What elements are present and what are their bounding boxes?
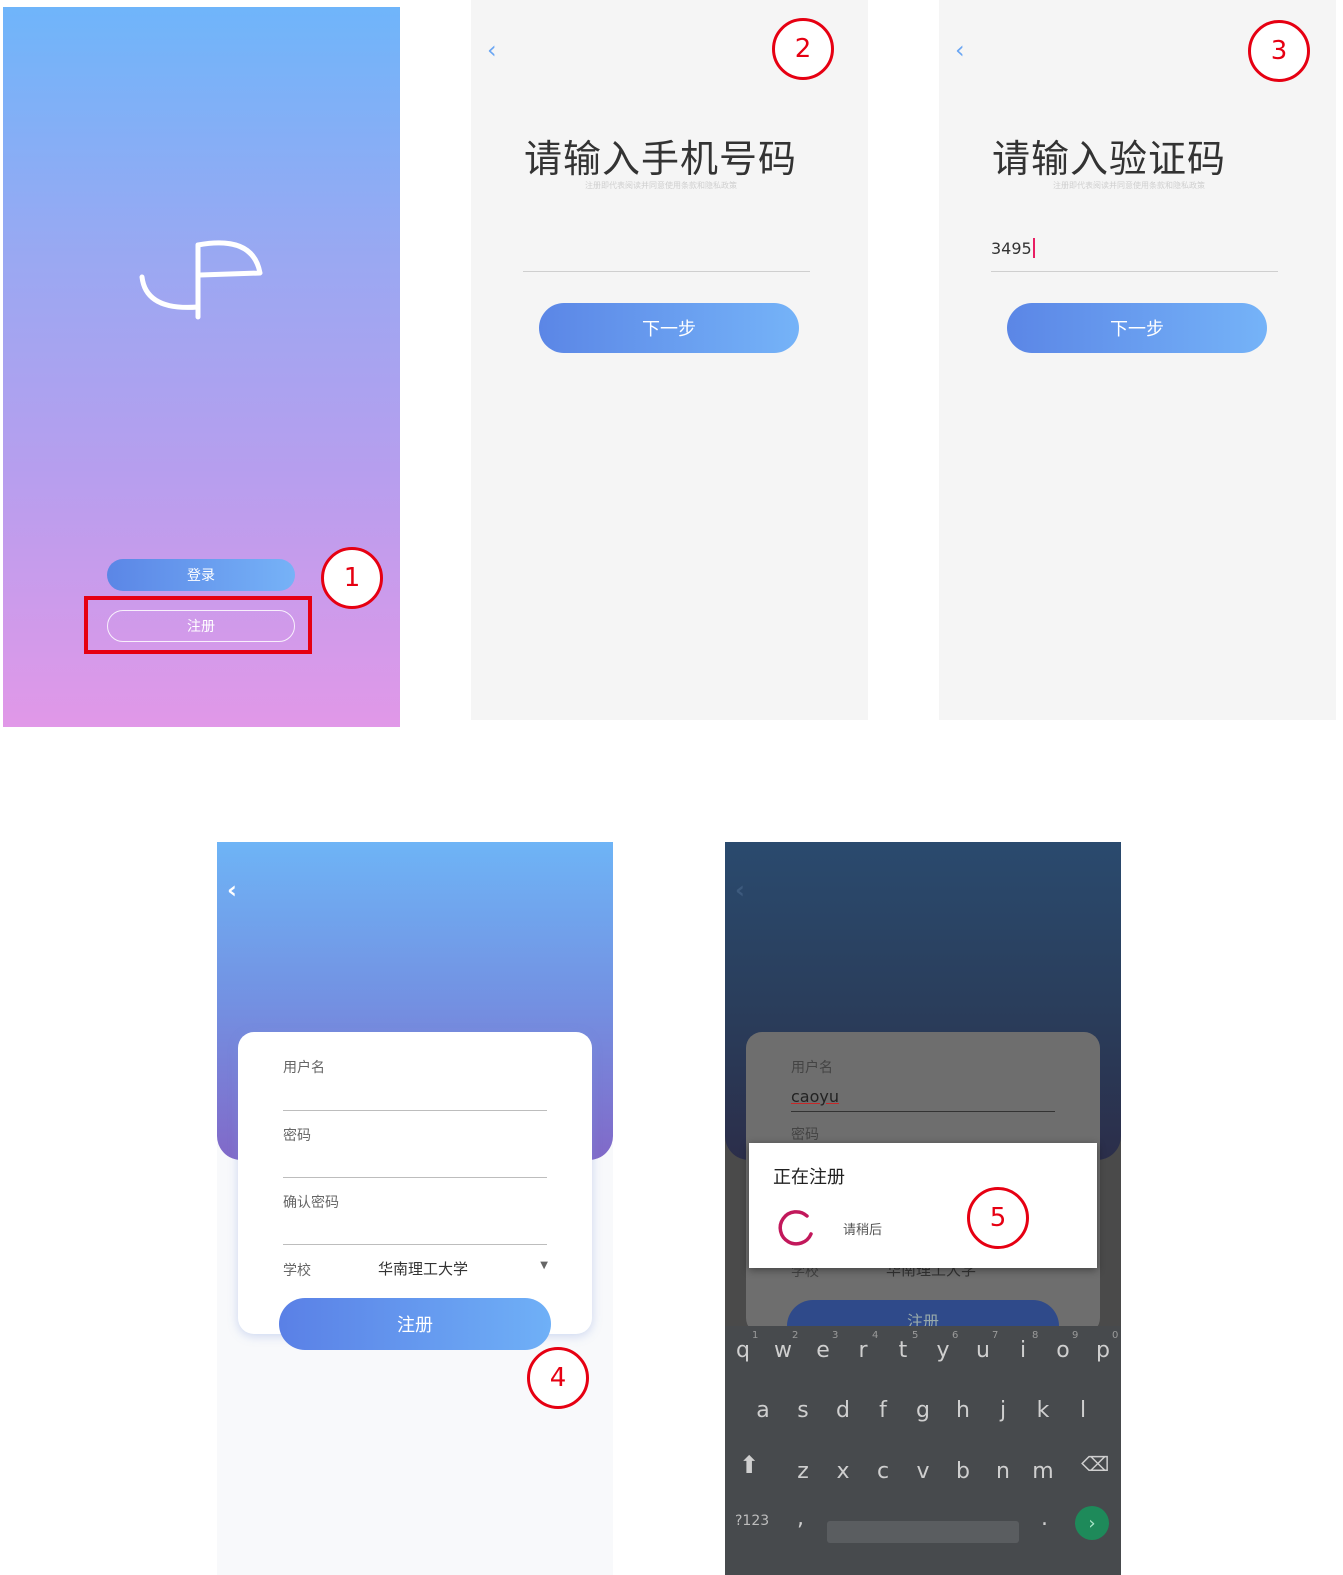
phone-input[interactable] [523,238,810,272]
key-k[interactable]: k [1023,1398,1063,1423]
password-label: 密码 [791,1127,819,1143]
next-button[interactable]: 下一步 [1007,303,1267,353]
back-arrow-icon[interactable]: ‹ [735,878,745,902]
key-number-hint: 2 [792,1330,799,1341]
key-number-hint: 3 [832,1330,839,1341]
highlight-box [84,596,312,654]
back-arrow-icon[interactable]: ‹ [955,38,965,62]
key-w[interactable]: w [763,1338,803,1363]
backspace-key-icon[interactable]: ⌫ [1081,1452,1109,1476]
key-number-hint: 4 [872,1330,879,1341]
key-number-hint: 1 [752,1330,759,1341]
key-r[interactable]: r [843,1338,883,1363]
page-title: 请输入验证码 [992,137,1227,181]
phone-input-screen: ‹ 请输入手机号码 注册即代表阅读并同意使用条款和隐私政策 下一步 [471,0,868,720]
terms-hint: 注册即代表阅读并同意使用条款和隐私政策 [585,181,737,190]
key-t[interactable]: t [883,1338,923,1363]
key-number-hint: 5 [912,1330,919,1341]
dropdown-arrow-icon: ▼ [540,1260,548,1271]
username-label: 用户名 [791,1060,833,1076]
soft-keyboard: q1w2e3r4t5y6u7i8o9p0 asdfghjkl zxcvbnm ⬆… [725,1326,1121,1575]
progress-dialog: 正在注册 请稍后 [749,1143,1097,1268]
dialog-title: 正在注册 [773,1167,845,1188]
login-button[interactable]: 登录 [107,559,295,591]
back-arrow-icon[interactable]: ‹ [487,38,497,62]
register-submit-button[interactable]: 注册 [279,1298,551,1350]
key-e[interactable]: e [803,1338,843,1363]
key-v[interactable]: v [903,1459,943,1484]
back-arrow-icon[interactable]: ‹ [227,878,237,902]
key-u[interactable]: u [963,1338,1003,1363]
username-input[interactable]: caoyu [791,1087,1055,1112]
key-d[interactable]: d [823,1398,863,1423]
school-label: 学校 [283,1263,311,1279]
key-i[interactable]: i [1003,1338,1043,1363]
text-cursor [1032,238,1035,258]
next-button[interactable]: 下一步 [539,303,799,353]
username-label: 用户名 [283,1060,325,1076]
step-marker-2: 2 [772,18,834,80]
school-value: 华南理工大学 [378,1260,469,1278]
key-number-hint: 8 [1032,1330,1039,1341]
key-number-hint: 9 [1072,1330,1079,1341]
step-marker-4: 4 [527,1347,589,1409]
key-z[interactable]: z [783,1459,823,1484]
key-o[interactable]: o [1043,1338,1083,1363]
key-m[interactable]: m [1023,1459,1063,1484]
enter-key-icon[interactable]: › [1075,1506,1109,1540]
key-l[interactable]: l [1063,1398,1103,1423]
step-marker-5: 5 [967,1187,1029,1249]
key-a[interactable]: a [743,1398,783,1423]
form-card: 用户名 密码 确认密码 学校 华南理工大学 ▼ [238,1032,592,1334]
shift-key-icon[interactable]: ⬆ [739,1451,759,1479]
key-c[interactable]: c [863,1459,903,1484]
key-s[interactable]: s [783,1398,823,1423]
key-f[interactable]: f [863,1398,903,1423]
password-label: 密码 [283,1128,311,1144]
password-input[interactable] [283,1177,547,1178]
key-p[interactable]: p [1083,1338,1121,1363]
key-g[interactable]: g [903,1398,943,1423]
page-title: 请输入手机号码 [524,137,798,181]
confirm-password-label: 确认密码 [283,1195,339,1211]
key-b[interactable]: b [943,1459,983,1484]
registering-screen: ‹ 用户名 caoyu 密码 学校 华南理工大学 注册 正在注册 请稍后 q1w… [725,842,1121,1575]
app-logo [139,240,263,320]
comma-key[interactable]: , [797,1506,804,1531]
code-input[interactable]: 3495 [991,238,1278,272]
confirm-password-input[interactable] [283,1244,547,1245]
code-value: 3495 [991,239,1032,258]
key-number-hint: 6 [952,1330,959,1341]
period-key[interactable]: . [1041,1506,1048,1531]
step-marker-1: 1 [321,547,383,609]
key-number-hint: 0 [1112,1330,1119,1341]
splash-screen: 登录 注册 [3,7,400,727]
space-key[interactable] [827,1521,1019,1543]
username-value: caoyu [791,1087,839,1106]
key-n[interactable]: n [983,1459,1023,1484]
key-q[interactable]: q [725,1338,763,1363]
key-j[interactable]: j [983,1398,1023,1423]
key-h[interactable]: h [943,1398,983,1423]
key-number-hint: 7 [992,1330,999,1341]
step-marker-3: 3 [1248,20,1310,82]
loading-spinner-icon [778,1210,813,1246]
terms-hint: 注册即代表阅读并同意使用条款和隐私政策 [1053,181,1205,190]
symbols-key[interactable]: ?123 [735,1513,769,1529]
key-y[interactable]: y [923,1338,963,1363]
school-select[interactable]: 华南理工大学 ▼ [378,1258,548,1280]
code-input-screen: ‹ 请输入验证码 注册即代表阅读并同意使用条款和隐私政策 3495 下一步 [939,0,1336,720]
key-x[interactable]: x [823,1459,863,1484]
dialog-message: 请稍后 [843,1223,883,1238]
register-form-screen: ‹ 用户名 密码 确认密码 学校 华南理工大学 ▼ 注册 [217,842,613,1575]
username-input[interactable] [283,1110,547,1111]
